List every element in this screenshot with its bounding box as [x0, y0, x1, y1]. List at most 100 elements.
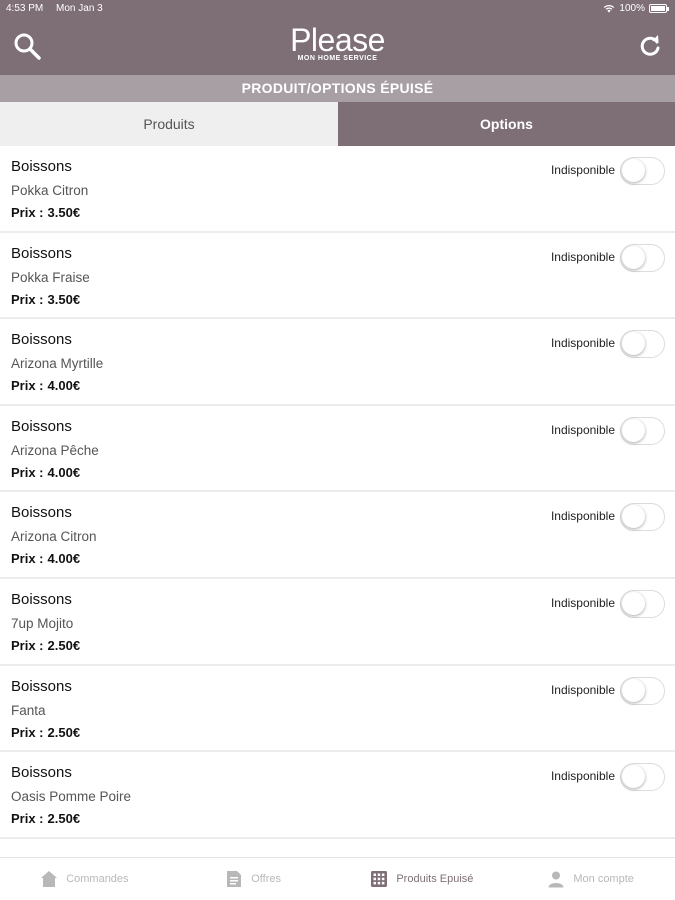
brand-logo: Please MON HOME SERVICE [0, 22, 675, 62]
header-bar: 4:53 PM Mon Jan 3 100% Please MON HOME S… [0, 0, 675, 75]
nav-offers[interactable]: Offres [169, 858, 338, 900]
availability-toggle[interactable] [620, 157, 665, 185]
item-price: Prix :4.00€ [11, 465, 80, 480]
list-item: Boissons Arizona Myrtille Prix :4.00€ In… [0, 319, 675, 406]
price-value: 2.50€ [47, 724, 81, 740]
availability-label: Indisponible [550, 769, 615, 784]
wifi-icon [604, 4, 615, 13]
logo-tagline: MON HOME SERVICE [297, 55, 378, 62]
item-name: Oasis Pomme Poire [11, 789, 132, 805]
availability-label: Indisponible [550, 163, 615, 177]
list-item: Boissons Fanta Prix :2.50€ Indisponible [0, 666, 675, 753]
availability-label: Indisponible [550, 422, 615, 437]
battery-icon [649, 4, 669, 13]
nav-orders-label: Commandes [66, 873, 129, 885]
status-bar: 4:53 PM Mon Jan 3 100% [0, 0, 675, 20]
item-price: Prix :2.50€ [11, 811, 80, 826]
item-price: Prix :3.50€ [11, 205, 80, 220]
item-price: Prix :2.50€ [11, 638, 80, 653]
availability-toggle[interactable] [620, 763, 665, 792]
logo-text: Please [290, 22, 385, 58]
availability-label: Indisponible [550, 249, 615, 264]
bottom-nav: Commandes Offres Produits Epuisé Mon com… [0, 857, 675, 900]
item-name: Arizona Pêche [11, 442, 99, 458]
toggle-knob [622, 159, 645, 182]
list-item: Boissons Arizona Citron Prix :4.00€ Indi… [0, 492, 675, 579]
price-value: 2.50€ [47, 811, 81, 827]
user-icon [548, 871, 564, 888]
price-value: 4.00€ [47, 464, 81, 480]
price-label: Prix : [11, 637, 44, 653]
refresh-icon[interactable] [637, 33, 663, 59]
price-value: 3.50€ [47, 291, 81, 307]
item-name: 7up Mojito [11, 615, 74, 631]
item-category: Boissons [11, 158, 72, 175]
tab-bar: Produits Options [0, 102, 675, 146]
availability-toggle[interactable] [620, 243, 665, 272]
nav-orders[interactable]: Commandes [0, 858, 169, 900]
availability-toggle[interactable] [620, 330, 665, 359]
nav-offers-label: Offres [251, 873, 281, 885]
nav-sold-out[interactable]: Produits Epuisé [338, 858, 507, 900]
availability-toggle[interactable] [620, 503, 665, 532]
item-category: Boissons [11, 590, 72, 608]
price-label: Prix : [11, 724, 44, 740]
toggle-knob [622, 245, 645, 269]
grid-icon [371, 871, 388, 887]
price-value: 3.50€ [47, 205, 81, 220]
availability-toggle[interactable] [620, 589, 665, 618]
availability-toggle[interactable] [620, 416, 665, 445]
item-name: Arizona Myrtille [11, 356, 104, 372]
toggle-knob [622, 332, 645, 356]
price-label: Prix : [11, 378, 44, 394]
item-category: Boissons [11, 417, 72, 435]
home-icon [41, 871, 58, 887]
toggle-knob [622, 678, 645, 702]
toggle-knob [622, 418, 645, 442]
availability-label: Indisponible [550, 336, 615, 351]
battery-percent: 100% [619, 3, 645, 14]
price-label: Prix : [11, 811, 44, 827]
status-time: 4:53 PM [6, 3, 44, 14]
price-value: 4.00€ [47, 378, 81, 394]
tab-options[interactable]: Options [338, 102, 675, 146]
item-price: Prix :3.50€ [11, 292, 80, 307]
list-item: Boissons Pokka Citron Prix :3.50€ Indisp… [0, 146, 675, 233]
price-label: Prix : [11, 551, 44, 567]
availability-toggle[interactable] [620, 676, 665, 705]
toggle-knob [622, 591, 645, 615]
availability-label: Indisponible [550, 682, 615, 697]
nav-sold-out-label: Produits Epuisé [396, 873, 474, 885]
page-title: PRODUIT/OPTIONS ÉPUISÉ [0, 75, 675, 102]
price-label: Prix : [11, 464, 44, 480]
price-label: Prix : [11, 291, 44, 307]
document-icon [227, 871, 242, 887]
list-item: Boissons Oasis Pomme Poire Prix :2.50€ I… [0, 752, 675, 839]
item-category: Boissons [11, 764, 72, 782]
item-category: Boissons [11, 677, 72, 695]
item-name: Pokka Citron [11, 183, 89, 198]
item-name: Pokka Fraise [11, 269, 90, 285]
price-value: 4.00€ [47, 551, 81, 567]
list-item: Boissons 7up Mojito Prix :2.50€ Indispon… [0, 579, 675, 666]
item-category: Boissons [11, 504, 72, 522]
price-value: 2.50€ [47, 637, 81, 653]
availability-label: Indisponible [550, 595, 615, 610]
item-price: Prix :4.00€ [11, 378, 80, 393]
item-category: Boissons [11, 331, 72, 349]
item-price: Prix :4.00€ [11, 551, 80, 566]
list-item: Boissons Arizona Pêche Prix :4.00€ Indis… [0, 406, 675, 493]
app-screen: 4:53 PM Mon Jan 3 100% Please MON HOME S… [0, 0, 675, 900]
availability-label: Indisponible [550, 509, 615, 524]
nav-account[interactable]: Mon compte [506, 858, 675, 900]
nav-account-label: Mon compte [573, 873, 634, 885]
product-list: Boissons Pokka Citron Prix :3.50€ Indisp… [0, 146, 675, 839]
item-price: Prix :2.50€ [11, 725, 80, 740]
item-category: Boissons [11, 244, 72, 262]
list-item: Boissons Pokka Fraise Prix :3.50€ Indisp… [0, 233, 675, 320]
status-date: Mon Jan 3 [56, 3, 103, 14]
toggle-knob [622, 765, 645, 789]
tab-products[interactable]: Produits [0, 102, 338, 146]
toggle-knob [622, 505, 645, 529]
item-name: Fanta [11, 702, 46, 718]
